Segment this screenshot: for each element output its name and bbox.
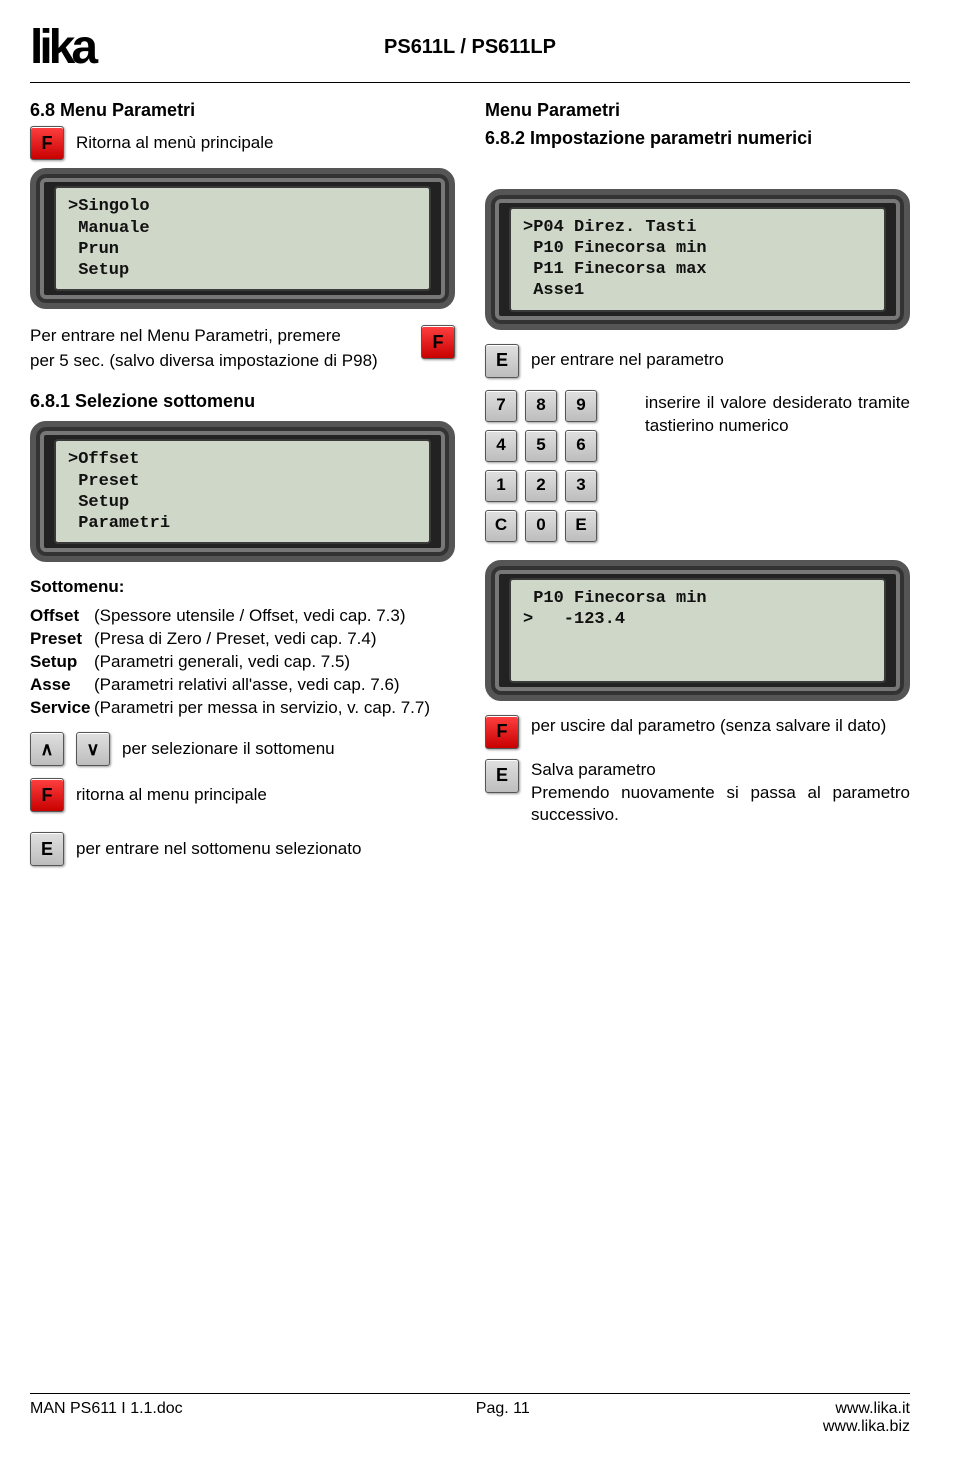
f-key-icon: F bbox=[30, 778, 64, 812]
exit-param-text: per uscire dal parametro (senza salvare … bbox=[531, 715, 910, 738]
e-key-icon: E bbox=[485, 344, 519, 378]
footer-page: Pag. 11 bbox=[476, 1400, 530, 1436]
enter-menu-line2: per 5 sec. (salvo diversa impostazione d… bbox=[30, 350, 409, 373]
submenu-label: Preset bbox=[30, 628, 94, 651]
f-key-icon: F bbox=[421, 325, 455, 359]
keypad-key-8: 8 bbox=[525, 390, 557, 422]
submenu-desc: (Parametri relativi all'asse, vedi cap. … bbox=[94, 674, 455, 697]
enter-value-text: inserire il valore desiderato tramite ta… bbox=[645, 390, 910, 438]
lcd-main-menu: >Singolo Manuale Prun Setup bbox=[30, 168, 455, 309]
keypad-key-3: 3 bbox=[565, 470, 597, 502]
submenu-label: Service bbox=[30, 697, 94, 720]
list-item: Offset (Spessore utensile / Offset, vedi… bbox=[30, 605, 455, 628]
keypad-key-5: 5 bbox=[525, 430, 557, 462]
lcd-main-menu-text: >Singolo Manuale Prun Setup bbox=[54, 186, 431, 291]
header: lika PS611L / PS611LP bbox=[30, 20, 910, 75]
keypad-key-4: 4 bbox=[485, 430, 517, 462]
left-column: 6.8 Menu Parametri F Ritorna al menù pri… bbox=[30, 98, 455, 886]
f-key-icon: F bbox=[485, 715, 519, 749]
footer-url-2: www.lika.biz bbox=[823, 1418, 910, 1435]
footer: MAN PS611 I 1.1.doc Pag. 11 www.lika.it … bbox=[30, 1393, 910, 1436]
f-key-icon: F bbox=[30, 126, 64, 160]
section-6-8: 6.8 Menu Parametri bbox=[30, 98, 455, 122]
list-item: Preset (Presa di Zero / Preset, vedi cap… bbox=[30, 628, 455, 651]
submenu-heading: Sottomenu: bbox=[30, 576, 455, 599]
e-key-icon: E bbox=[30, 832, 64, 866]
section-6-8-2: 6.8.2 Impostazione parametri numerici bbox=[485, 126, 910, 150]
section-6-8-1: 6.8.1 Selezione sottomenu bbox=[30, 389, 455, 413]
e-key-icon: E bbox=[485, 759, 519, 793]
right-column: Menu Parametri 6.8.2 Impostazione parame… bbox=[485, 98, 910, 886]
model-number: PS611L / PS611LP bbox=[384, 36, 556, 59]
submenu-label: Offset bbox=[30, 605, 94, 628]
footer-doc: MAN PS611 I 1.1.doc bbox=[30, 1400, 183, 1436]
submenu-label: Asse bbox=[30, 674, 94, 697]
submenu-desc: (Parametri per messa in servizio, v. cap… bbox=[94, 697, 455, 720]
submenu-desc: (Presa di Zero / Preset, vedi cap. 7.4) bbox=[94, 628, 455, 651]
lcd-submenu-text: >Offset Preset Setup Parametri bbox=[54, 439, 431, 544]
return-menu-text: ritorna al menu principale bbox=[76, 784, 267, 807]
keypad-key-e: E bbox=[565, 510, 597, 542]
up-key-icon: ∧ bbox=[30, 732, 64, 766]
header-rule bbox=[30, 82, 910, 83]
list-item: Asse (Parametri relativi all'asse, vedi … bbox=[30, 674, 455, 697]
footer-rule bbox=[30, 1393, 910, 1394]
lcd-param-value-text: P10 Finecorsa min > -123.4 bbox=[509, 578, 886, 683]
enter-menu-line1: Per entrare nel Menu Parametri, premere bbox=[30, 325, 409, 348]
enter-param-text: per entrare nel parametro bbox=[531, 349, 724, 372]
lcd-param-list-text: >P04 Direz. Tasti P10 Finecorsa min P11 … bbox=[509, 207, 886, 312]
save-param-text: Salva parametro Premendo nuovamente si p… bbox=[531, 759, 910, 828]
content-columns: 6.8 Menu Parametri F Ritorna al menù pri… bbox=[30, 98, 910, 886]
submenu-label: Setup bbox=[30, 651, 94, 674]
menu-parametri-heading: Menu Parametri bbox=[485, 98, 910, 122]
lcd-param-value: P10 Finecorsa min > -123.4 bbox=[485, 560, 910, 701]
list-item: Setup (Parametri generali, vedi cap. 7.5… bbox=[30, 651, 455, 674]
submenu-list: Offset (Spessore utensile / Offset, vedi… bbox=[30, 605, 455, 720]
submenu-desc: (Parametri generali, vedi cap. 7.5) bbox=[94, 651, 455, 674]
select-submenu-text: per selezionare il sottomenu bbox=[122, 738, 335, 761]
footer-url-1: www.lika.it bbox=[835, 1400, 910, 1417]
lcd-param-list: >P04 Direz. Tasti P10 Finecorsa min P11 … bbox=[485, 189, 910, 330]
keypad-key-c: C bbox=[485, 510, 517, 542]
keypad-key-0: 0 bbox=[525, 510, 557, 542]
down-key-icon: ∨ bbox=[76, 732, 110, 766]
return-main-text: Ritorna al menù principale bbox=[76, 132, 274, 155]
logo: lika bbox=[30, 20, 94, 75]
enter-submenu-text: per entrare nel sottomenu selezionato bbox=[76, 838, 361, 861]
keypad-key-9: 9 bbox=[565, 390, 597, 422]
keypad-key-7: 7 bbox=[485, 390, 517, 422]
lcd-submenu: >Offset Preset Setup Parametri bbox=[30, 421, 455, 562]
list-item: Service (Parametri per messa in servizio… bbox=[30, 697, 455, 720]
keypad-key-2: 2 bbox=[525, 470, 557, 502]
keypad-key-1: 1 bbox=[485, 470, 517, 502]
numeric-keypad: 7 8 9 4 5 6 1 2 3 C 0 E bbox=[485, 390, 625, 542]
keypad-key-6: 6 bbox=[565, 430, 597, 462]
submenu-desc: (Spessore utensile / Offset, vedi cap. 7… bbox=[94, 605, 455, 628]
